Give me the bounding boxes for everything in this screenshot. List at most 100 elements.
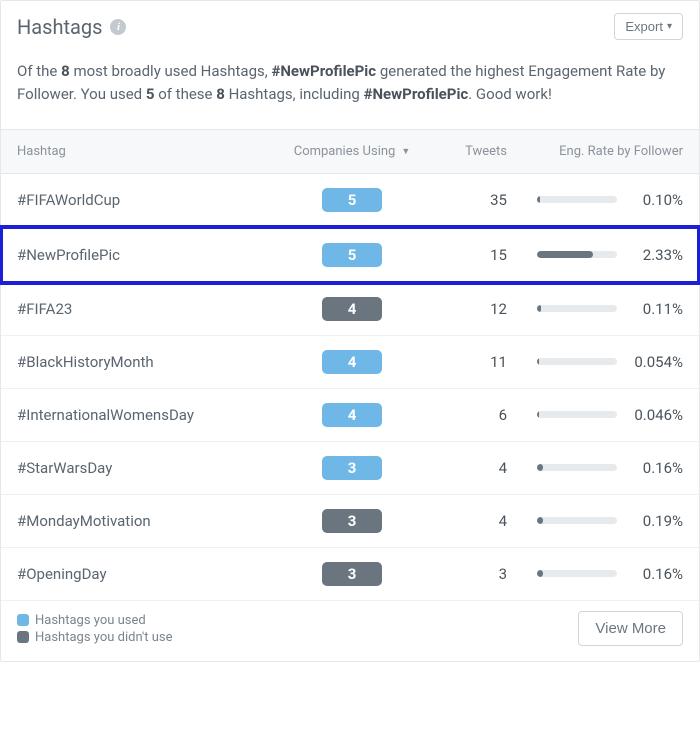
legend-used-label: Hashtags you used bbox=[35, 613, 146, 628]
table-row[interactable]: #NewProfilePic 5 15 2.33% bbox=[0, 225, 700, 285]
tweets-cell: 15 bbox=[417, 246, 507, 264]
eng-cell: 2.33% bbox=[507, 246, 683, 264]
tweets-value: 15 bbox=[490, 246, 507, 264]
tweets-value: 35 bbox=[490, 191, 507, 209]
eng-wrap: 0.054% bbox=[507, 353, 683, 371]
eng-wrap: 0.16% bbox=[507, 565, 683, 583]
table-header: Hashtag Companies Using ▼ Tweets Eng. Ra… bbox=[1, 129, 699, 174]
companies-pill: 4 bbox=[322, 297, 382, 321]
eng-bar-track bbox=[537, 411, 617, 418]
eng-bar-fill bbox=[537, 517, 543, 524]
hashtag-text: #InternationalWomensDay bbox=[17, 406, 194, 424]
table-row[interactable]: #StarWarsDay 3 40.16% bbox=[1, 442, 699, 495]
export-button[interactable]: Export ▾ bbox=[614, 13, 683, 40]
title-wrap: Hashtags i bbox=[17, 15, 126, 39]
hashtag-cell: #NewProfilePic bbox=[17, 246, 287, 264]
tweets-cell: 4 bbox=[417, 459, 507, 477]
table-row[interactable]: #FIFA23 4 12 0.11% bbox=[1, 283, 699, 336]
eng-cell: 0.16% bbox=[507, 565, 683, 583]
info-icon[interactable]: i bbox=[110, 19, 126, 35]
eng-value: 0.19% bbox=[627, 512, 683, 530]
export-label: Export bbox=[625, 19, 663, 34]
table-row[interactable]: #OpeningDay330.16% bbox=[1, 548, 699, 601]
eng-value: 2.33% bbox=[627, 246, 683, 264]
eng-bar-track bbox=[537, 464, 617, 471]
companies-cell: 3 bbox=[287, 562, 417, 586]
eng-bar-track bbox=[537, 517, 617, 524]
eng-bar-fill bbox=[537, 570, 543, 577]
eng-wrap: 0.046% bbox=[507, 406, 683, 424]
table-row[interactable]: #FIFAWorldCup 5 35 0.10% bbox=[1, 174, 699, 227]
summary-text: Of the 8 most broadly used Hashtags, #Ne… bbox=[1, 52, 699, 129]
companies-pill: 4 bbox=[322, 350, 382, 374]
eng-value: 0.10% bbox=[627, 191, 683, 209]
legend-used: Hashtags you used bbox=[17, 613, 173, 628]
table-row[interactable]: #InternationalWomensDay 4 6 0.046% bbox=[1, 389, 699, 442]
hashtag-cell: #BlackHistoryMonth bbox=[17, 353, 287, 371]
eng-bar-fill bbox=[537, 251, 593, 258]
companies-pill: 4 bbox=[322, 403, 382, 427]
legend: Hashtags you used Hashtags you didn't us… bbox=[17, 611, 173, 647]
companies-pill: 5 bbox=[322, 188, 382, 212]
eng-bar-track bbox=[537, 570, 617, 577]
tweets-cell: 11 bbox=[417, 353, 507, 371]
tweets-cell: 6 bbox=[417, 406, 507, 424]
sort-caret-icon: ▼ bbox=[401, 146, 410, 157]
hashtag-text: #FIFA23 bbox=[17, 300, 72, 318]
hashtag-text: #StarWarsDay bbox=[17, 459, 112, 477]
col-header-hashtag[interactable]: Hashtag bbox=[17, 144, 287, 159]
col-header-companies-label: Companies Using bbox=[294, 144, 396, 159]
tweets-cell: 4 bbox=[417, 512, 507, 530]
hashtags-panel: Hashtags i Export ▾ Of the 8 most broadl… bbox=[0, 0, 700, 662]
panel-title: Hashtags bbox=[17, 15, 102, 39]
eng-bar-track bbox=[537, 305, 617, 312]
legend-notused-label: Hashtags you didn't use bbox=[35, 630, 173, 645]
eng-wrap: 0.19% bbox=[507, 512, 683, 530]
tweets-value: 3 bbox=[499, 565, 507, 583]
eng-bar-track bbox=[537, 251, 617, 258]
companies-cell: 4 bbox=[287, 350, 417, 374]
companies-pill: 3 bbox=[322, 456, 382, 480]
tweets-cell: 35 bbox=[417, 191, 507, 209]
companies-cell: 3 bbox=[287, 509, 417, 533]
hashtag-text: #OpeningDay bbox=[17, 565, 107, 583]
tweets-value: 4 bbox=[499, 459, 507, 477]
col-header-eng[interactable]: Eng. Rate by Follower bbox=[507, 144, 683, 159]
eng-cell: 0.16% bbox=[507, 459, 683, 477]
hashtag-text: #MondayMotivation bbox=[17, 512, 151, 530]
eng-bar-fill bbox=[537, 358, 539, 365]
hashtag-cell: #FIFAWorldCup bbox=[17, 191, 287, 209]
eng-wrap: 0.16% bbox=[507, 459, 683, 477]
panel-footer: Hashtags you used Hashtags you didn't us… bbox=[1, 601, 699, 661]
legend-swatch-notused bbox=[17, 631, 29, 643]
companies-pill: 5 bbox=[322, 243, 382, 267]
summary-bold: 8 bbox=[216, 85, 225, 103]
eng-bar-fill bbox=[537, 464, 543, 471]
hashtag-text: #BlackHistoryMonth bbox=[17, 353, 154, 371]
companies-cell: 4 bbox=[287, 297, 417, 321]
hashtag-text: #NewProfilePic bbox=[17, 246, 120, 264]
eng-cell: 0.19% bbox=[507, 512, 683, 530]
table-body: #FIFAWorldCup 5 35 0.10% #NewProfilePic 5 15 2.… bbox=[1, 174, 699, 601]
summary-part: of these bbox=[154, 85, 216, 103]
companies-cell: 3 bbox=[287, 456, 417, 480]
eng-cell: 0.046% bbox=[507, 406, 683, 424]
eng-value: 0.11% bbox=[627, 300, 683, 318]
eng-cell: 0.054% bbox=[507, 353, 683, 371]
tweets-cell: 12 bbox=[417, 300, 507, 318]
table-row[interactable]: #MondayMotivation 3 4 0.19% bbox=[1, 495, 699, 548]
hashtag-cell: #OpeningDay bbox=[17, 565, 287, 583]
eng-wrap: 2.33% bbox=[507, 246, 683, 264]
chevron-down-icon: ▾ bbox=[667, 21, 672, 32]
table-row[interactable]: #BlackHistoryMonth 4 110.054% bbox=[1, 336, 699, 389]
summary-part: Of the bbox=[17, 62, 61, 80]
view-more-button[interactable]: View More bbox=[578, 611, 683, 646]
summary-part: most broadly used Hashtags, bbox=[70, 62, 272, 80]
summary-bold: #NewProfilePic bbox=[271, 62, 376, 80]
eng-value: 0.046% bbox=[627, 406, 683, 424]
col-header-tweets[interactable]: Tweets bbox=[417, 144, 507, 159]
summary-bold: #NewProfilePic bbox=[364, 85, 469, 103]
col-header-companies[interactable]: Companies Using ▼ bbox=[287, 144, 417, 159]
companies-pill: 3 bbox=[322, 562, 382, 586]
tweets-value: 4 bbox=[499, 512, 507, 530]
